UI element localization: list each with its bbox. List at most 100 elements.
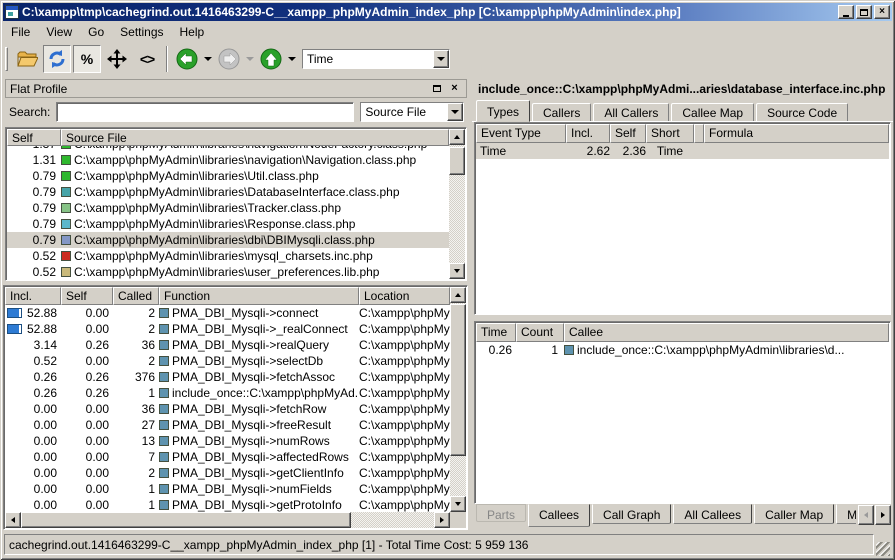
list-item[interactable]: 0.79C:\xampp\phpMyAdmin\libraries\Tracke… — [7, 200, 449, 216]
column-header-incl[interactable]: Incl. — [5, 287, 61, 305]
table-row[interactable]: 0.520.002PMA_DBI_Mysqli->selectDbC:\xamp… — [5, 353, 450, 369]
scroll-left-button[interactable] — [5, 512, 21, 528]
column-header-count[interactable]: Count — [516, 323, 564, 342]
list-item[interactable]: 0.79C:\xampp\phpMyAdmin\libraries\Respon… — [7, 216, 449, 232]
menu-item-go[interactable]: Go — [80, 22, 112, 42]
tab-callee-map[interactable]: Callee Map — [671, 103, 754, 122]
table-row[interactable]: 0.000.002PMA_DBI_Mysqli->getClientInfoC:… — [5, 465, 450, 481]
table-row[interactable]: 0.000.0027PMA_DBI_Mysqli->freeResultC:\x… — [5, 417, 450, 433]
menu-item-file[interactable]: File — [3, 22, 38, 42]
list-item[interactable]: 0.79C:\xampp\phpMyAdmin\libraries\Util.c… — [7, 168, 449, 184]
scroll-up-button[interactable] — [449, 129, 465, 145]
table-row[interactable]: 0.260.26376PMA_DBI_Mysqli->fetchAssocC:\… — [5, 369, 450, 385]
location-cell: C:\xampp\phpMy — [359, 306, 450, 320]
refresh-button[interactable] — [43, 45, 71, 73]
tab-types[interactable]: Types — [476, 100, 530, 122]
dock-close-button[interactable]: × — [447, 82, 462, 96]
column-header-spacer[interactable] — [694, 124, 704, 143]
table-row[interactable]: 0.000.0036PMA_DBI_Mysqli->fetchRowC:\xam… — [5, 401, 450, 417]
group-by-combo[interactable]: Source File — [360, 102, 464, 122]
percent-toggle-button[interactable]: % — [73, 45, 101, 73]
column-header-source-file[interactable]: Source File — [61, 129, 449, 146]
tab-callees[interactable]: Callees — [528, 504, 590, 527]
location-cell: C:\xampp\phpMy — [359, 450, 450, 464]
scroll-thumb[interactable] — [21, 512, 351, 528]
menu-item-help[interactable]: Help — [172, 22, 213, 42]
column-header-formula[interactable]: Formula — [704, 124, 889, 143]
column-header-time[interactable]: Time — [476, 323, 516, 342]
column-header-event-type[interactable]: Event Type — [476, 124, 566, 143]
up-dropdown[interactable] — [286, 45, 298, 73]
list-item[interactable]: 0.79C:\xampp\phpMyAdmin\libraries\Databa… — [7, 184, 449, 200]
table-row[interactable]: 3.140.2636PMA_DBI_Mysqli->realQueryC:\xa… — [5, 337, 450, 353]
resize-grip[interactable] — [876, 542, 890, 556]
scroll-thumb[interactable] — [450, 304, 466, 456]
function-name: PMA_DBI_Mysqli->selectDb — [172, 354, 323, 368]
function-table-hscrollbar[interactable] — [5, 512, 450, 528]
cycle-detection-button[interactable] — [103, 45, 131, 73]
self-cost-cell: 1.31 — [7, 153, 61, 167]
open-file-button[interactable] — [13, 45, 41, 73]
column-header-incl[interactable]: Incl. — [566, 124, 610, 143]
search-input[interactable] — [56, 102, 354, 122]
back-dropdown[interactable] — [202, 45, 214, 73]
table-row[interactable]: 0.000.001PMA_DBI_Mysqli->getProtoInfoC:\… — [5, 497, 450, 512]
scroll-down-button[interactable] — [449, 263, 465, 279]
maximize-button[interactable] — [856, 5, 872, 19]
tab-all-callers[interactable]: All Callers — [593, 103, 669, 122]
dock-float-button[interactable] — [429, 82, 444, 96]
table-row[interactable]: 52.880.002PMA_DBI_Mysqli->_realConnectC:… — [5, 321, 450, 337]
flat-profile-dock-title[interactable]: Flat Profile × — [5, 79, 467, 98]
tab-callers[interactable]: Callers — [532, 103, 591, 122]
column-header-location[interactable]: Location — [359, 287, 450, 305]
table-row[interactable]: Time 2.62 2.36 Time — [476, 143, 889, 159]
list-item[interactable]: 0.79C:\xampp\phpMyAdmin\libraries\dbi\DB… — [7, 232, 449, 248]
column-header-self[interactable]: Self — [61, 287, 113, 305]
cost-color-square — [61, 267, 71, 277]
event-type-combo-button[interactable] — [433, 50, 449, 68]
column-header-short[interactable]: Short — [646, 124, 694, 143]
shorten-templates-button[interactable]: <> — [133, 45, 161, 73]
up-button[interactable] — [257, 45, 285, 73]
table-row[interactable]: 0.260.261include_once::C:\xampp\phpMyAd.… — [5, 385, 450, 401]
column-header-called[interactable]: Called — [113, 287, 159, 305]
column-header-self[interactable]: Self — [610, 124, 646, 143]
menu-item-settings[interactable]: Settings — [112, 22, 171, 42]
column-header-callee[interactable]: Callee — [564, 323, 889, 342]
list-item[interactable]: 0.52C:\xampp\phpMyAdmin\libraries\mysql_… — [7, 248, 449, 264]
scroll-up-button[interactable] — [450, 287, 466, 303]
column-header-function[interactable]: Function — [159, 287, 359, 305]
table-row[interactable]: 0.000.007PMA_DBI_Mysqli->affectedRowsC:\… — [5, 449, 450, 465]
column-header-self[interactable]: Self — [7, 129, 61, 146]
function-color-square — [159, 500, 169, 510]
tab-call-graph[interactable]: Call Graph — [592, 504, 671, 524]
app-window: C:\xampp\tmp\cachegrind.out.1416463299-C… — [0, 0, 895, 560]
table-row[interactable]: 52.880.002PMA_DBI_Mysqli->connectC:\xamp… — [5, 305, 450, 321]
tab-scroll-left-button[interactable] — [858, 505, 874, 525]
function-table-vscrollbar[interactable] — [450, 287, 466, 512]
table-row[interactable]: 0.26 1 include_once::C:\xampp\phpMyAdmin… — [476, 342, 889, 358]
list-item[interactable]: 1.31C:\xampp\phpMyAdmin\libraries\naviga… — [7, 152, 449, 168]
scroll-down-button[interactable] — [450, 496, 466, 512]
tab-scroll-right-button[interactable] — [875, 505, 891, 525]
source-list-vscrollbar[interactable] — [449, 129, 465, 279]
table-row[interactable]: 0.000.0013PMA_DBI_Mysqli->numRowsC:\xamp… — [5, 433, 450, 449]
close-button[interactable]: × — [874, 5, 890, 19]
scroll-thumb[interactable] — [449, 147, 465, 175]
function-cell: PMA_DBI_Mysqli->connect — [159, 306, 359, 320]
minimize-button[interactable] — [838, 5, 854, 19]
forward-button[interactable] — [215, 45, 243, 73]
table-row[interactable]: 0.000.001PMA_DBI_Mysqli->numFieldsC:\xam… — [5, 481, 450, 497]
event-type-combo[interactable]: Time — [302, 49, 450, 69]
menu-item-view[interactable]: View — [38, 22, 80, 42]
tab-all-callees[interactable]: All Callees — [673, 504, 752, 524]
forward-dropdown[interactable] — [244, 45, 256, 73]
tab-machine[interactable]: Machine — [836, 504, 856, 524]
tab-source-code[interactable]: Source Code — [756, 103, 848, 122]
group-by-combo-button[interactable] — [447, 103, 463, 121]
scroll-right-button[interactable] — [434, 512, 450, 528]
back-button[interactable] — [173, 45, 201, 73]
tab-caller-map[interactable]: Caller Map — [754, 504, 834, 524]
list-item[interactable]: 0.52C:\xampp\phpMyAdmin\libraries\user_p… — [7, 264, 449, 279]
toolbar-handle[interactable] — [5, 47, 8, 71]
